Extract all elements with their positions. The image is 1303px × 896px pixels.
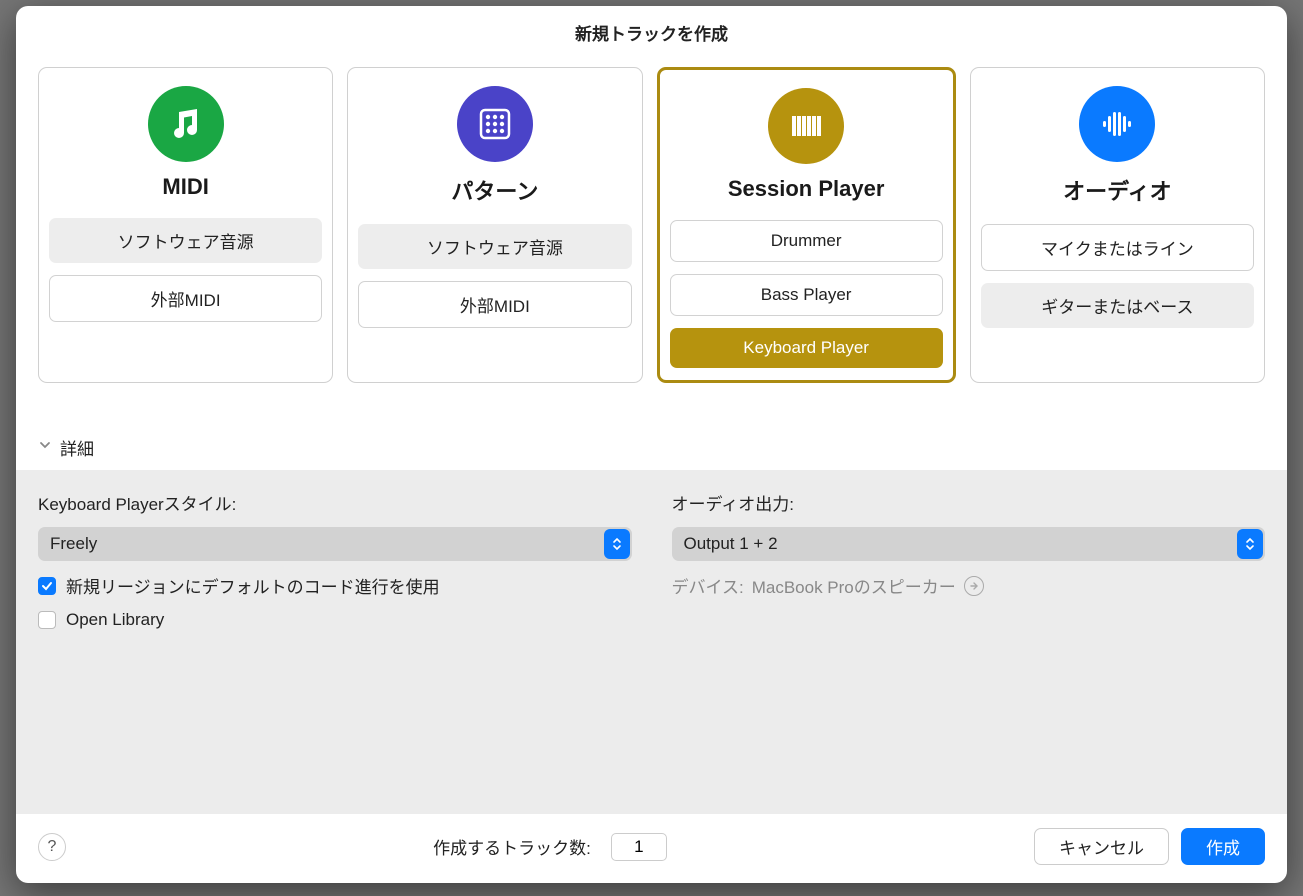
waveform-icon (1079, 86, 1155, 162)
question-mark-icon: ? (48, 838, 57, 856)
device-text[interactable]: デバイス: MacBook Proのスピーカー (672, 573, 1266, 598)
card-title: オーディオ (1063, 174, 1171, 206)
track-card-session-player[interactable]: Session Player Drummer Bass Player Keybo… (657, 67, 956, 383)
style-value: Freely (50, 534, 97, 554)
card-title: Session Player (728, 176, 885, 202)
chevron-down-icon (38, 438, 52, 457)
option-drummer[interactable]: Drummer (670, 220, 943, 262)
help-button[interactable]: ? (38, 833, 66, 861)
track-type-grid: MIDI ソフトウェア音源 外部MIDI パターン ソフトウェア音源 外部MID… (16, 53, 1287, 397)
details-label: 詳細 (60, 435, 94, 460)
option-bass-player[interactable]: Bass Player (670, 274, 943, 316)
cancel-button[interactable]: キャンセル (1034, 828, 1169, 865)
device-value: MacBook Proのスピーカー (752, 573, 956, 598)
select-arrows-icon (1237, 529, 1263, 559)
select-arrows-icon (604, 529, 630, 559)
option-list: ソフトウェア音源 外部MIDI (358, 224, 631, 328)
option-external-midi[interactable]: 外部MIDI (49, 275, 322, 322)
option-list: マイクまたはライン ギターまたはベース (981, 224, 1254, 328)
arrow-right-circle-icon (964, 576, 984, 596)
details-left-column: Keyboard Playerスタイル: Freely 新規リージョンにデフォル… (38, 490, 632, 794)
card-title: MIDI (162, 174, 208, 200)
chord-checkbox-label: 新規リージョンにデフォルトのコード進行を使用 (66, 573, 440, 598)
dialog-title: 新規トラックを作成 (16, 6, 1287, 53)
piano-keys-icon (768, 88, 844, 164)
option-guitar-bass[interactable]: ギターまたはベース (981, 283, 1254, 328)
open-library-label: Open Library (66, 610, 164, 630)
track-count-label: 作成するトラック数: (433, 834, 591, 859)
checkbox-checked-icon (38, 577, 56, 595)
option-external-midi[interactable]: 外部MIDI (358, 281, 631, 328)
option-mic-line[interactable]: マイクまたはライン (981, 224, 1254, 271)
open-library-checkbox-row[interactable]: Open Library (38, 610, 632, 630)
dialog-footer: ? 作成するトラック数: キャンセル 作成 (16, 814, 1287, 883)
option-software-instrument[interactable]: ソフトウェア音源 (49, 218, 322, 263)
track-card-midi[interactable]: MIDI ソフトウェア音源 外部MIDI (38, 67, 333, 383)
option-keyboard-player[interactable]: Keyboard Player (670, 328, 943, 368)
track-count-input[interactable] (611, 833, 667, 861)
checkbox-unchecked-icon (38, 611, 56, 629)
track-card-audio[interactable]: オーディオ マイクまたはライン ギターまたはベース (970, 67, 1265, 383)
output-select[interactable]: Output 1 + 2 (672, 527, 1266, 561)
details-right-column: オーディオ出力: Output 1 + 2 デバイス: MacBook Proの… (672, 490, 1266, 794)
style-select[interactable]: Freely (38, 527, 632, 561)
new-track-dialog: 新規トラックを作成 MIDI ソフトウェア音源 外部MIDI (16, 6, 1287, 883)
grid-icon (457, 86, 533, 162)
midi-note-icon (148, 86, 224, 162)
create-button[interactable]: 作成 (1181, 828, 1265, 865)
chord-progression-checkbox-row[interactable]: 新規リージョンにデフォルトのコード進行を使用 (38, 573, 632, 598)
details-disclosure[interactable]: 詳細 (16, 397, 1287, 470)
option-software-instrument[interactable]: ソフトウェア音源 (358, 224, 631, 269)
option-list: ソフトウェア音源 外部MIDI (49, 218, 322, 322)
option-list: Drummer Bass Player Keyboard Player (670, 220, 943, 368)
style-label: Keyboard Playerスタイル: (38, 490, 632, 515)
card-title: パターン (451, 174, 538, 206)
output-value: Output 1 + 2 (684, 534, 778, 554)
track-card-pattern[interactable]: パターン ソフトウェア音源 外部MIDI (347, 67, 642, 383)
device-label-prefix: デバイス: (672, 573, 744, 598)
details-body: Keyboard Playerスタイル: Freely 新規リージョンにデフォル… (16, 470, 1287, 814)
output-label: オーディオ出力: (672, 490, 1266, 515)
